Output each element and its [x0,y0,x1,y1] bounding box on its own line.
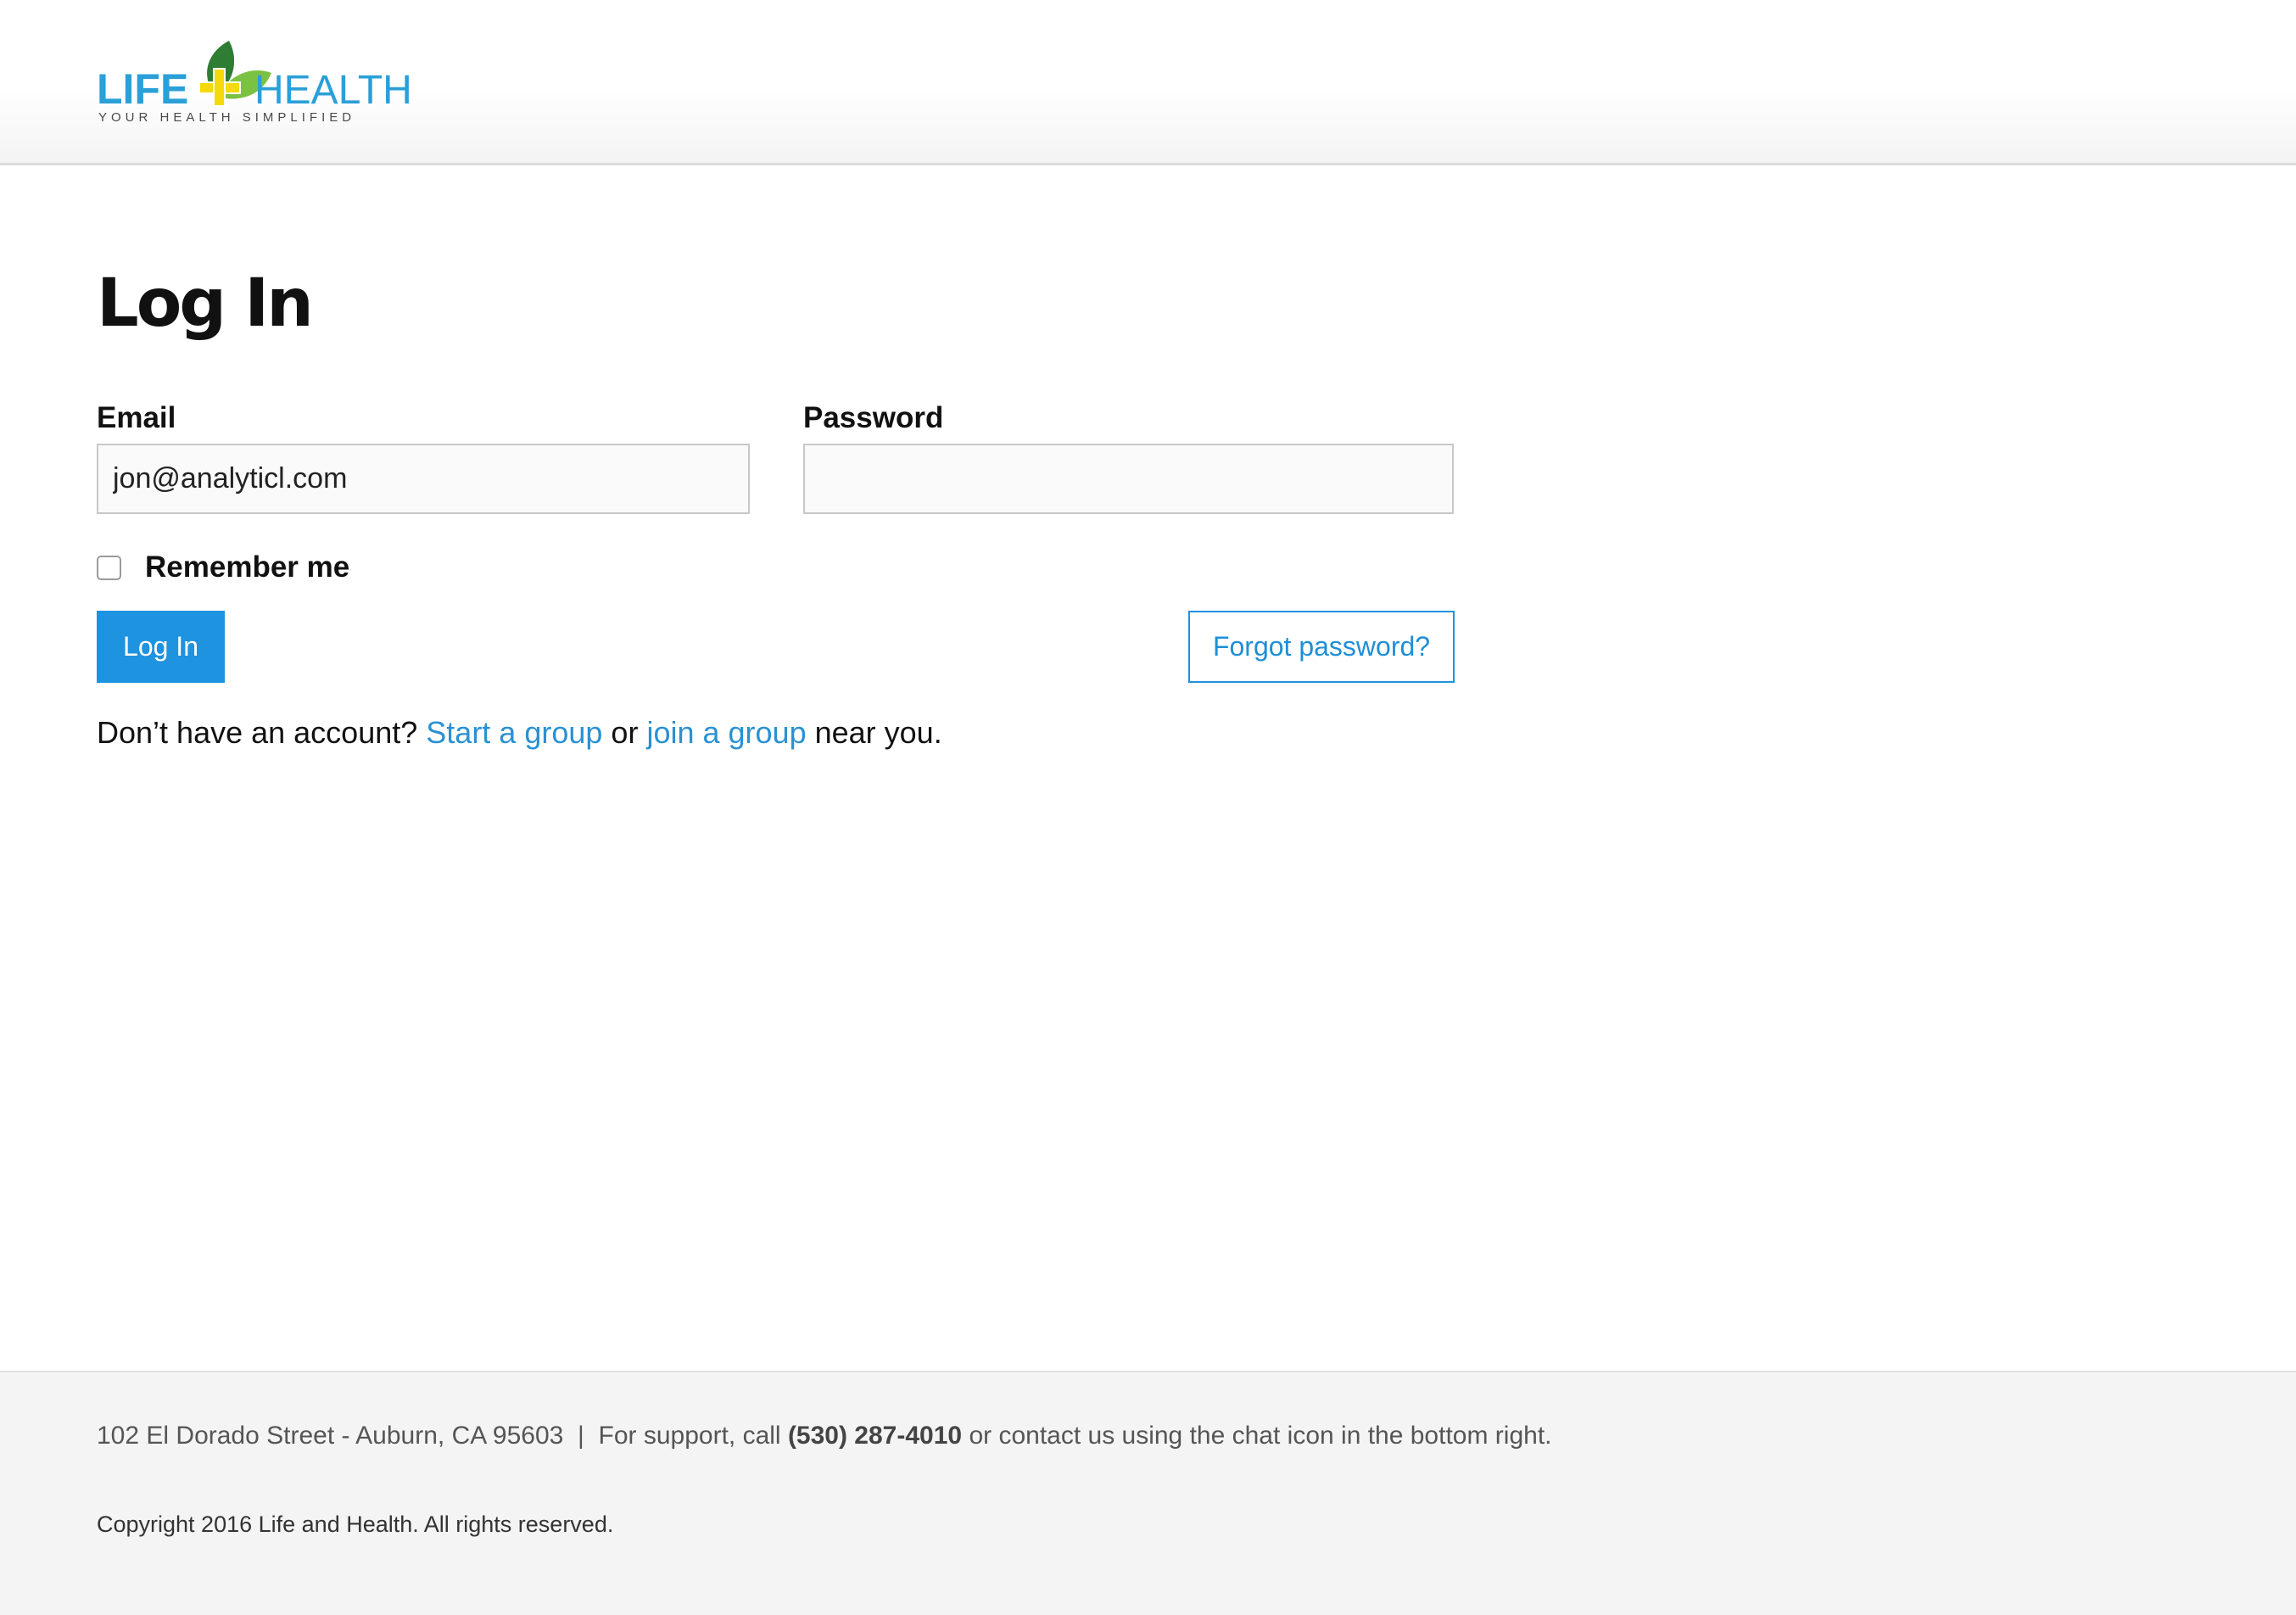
password-field[interactable] [803,444,1454,514]
signup-or: or [611,715,639,750]
logo-word-left: LIFE [97,65,188,113]
remember-me-checkbox[interactable] [97,555,121,580]
logo-tagline: YOUR HEALTH SIMPLIFIED [98,110,355,125]
logo-word-right: HEALTH [254,68,412,113]
join-group-link[interactable]: join a group [646,715,806,750]
footer-support-suffix: or contact us using the chat icon in the… [969,1422,1552,1450]
forgot-password-button[interactable]: Forgot password? [1188,611,1455,683]
remember-me-row[interactable]: Remember me [97,550,349,584]
signup-suffix: near you. [814,715,942,750]
signup-prompt: Don’t have an account? Start a group or … [97,715,942,751]
footer-contact: 102 El Dorado Street - Auburn, CA 95603 … [97,1422,1552,1450]
email-field[interactable] [97,444,750,514]
plus-cross-icon [198,68,241,107]
page-title: Log In [97,265,314,342]
email-label: Email [97,401,176,434]
footer-address: 102 El Dorado Street - Auburn, CA 95603 [97,1422,564,1450]
support-phone: (530) 287-4010 [787,1422,963,1450]
site-footer: 102 El Dorado Street - Auburn, CA 95603 … [0,1371,2296,1615]
signup-prefix: Don’t have an account? [97,715,418,750]
site-header: LIFE HEALTH YOUR HEALTH SIMPLIFIED [0,0,2296,165]
footer-separator: | [578,1422,584,1450]
logo-mark: LIFE HEALTH YOUR HEALTH SIMPLIFIED [97,41,412,125]
copyright: Copyright 2016 Life and Health. All righ… [97,1512,614,1537]
footer-support-prefix: For support, call [598,1422,781,1450]
brand-logo[interactable]: LIFE HEALTH YOUR HEALTH SIMPLIFIED [97,36,419,126]
password-label: Password [803,401,944,434]
remember-me-label[interactable]: Remember me [145,550,349,584]
login-button[interactable]: Log In [97,611,225,683]
start-group-link[interactable]: Start a group [426,715,602,750]
